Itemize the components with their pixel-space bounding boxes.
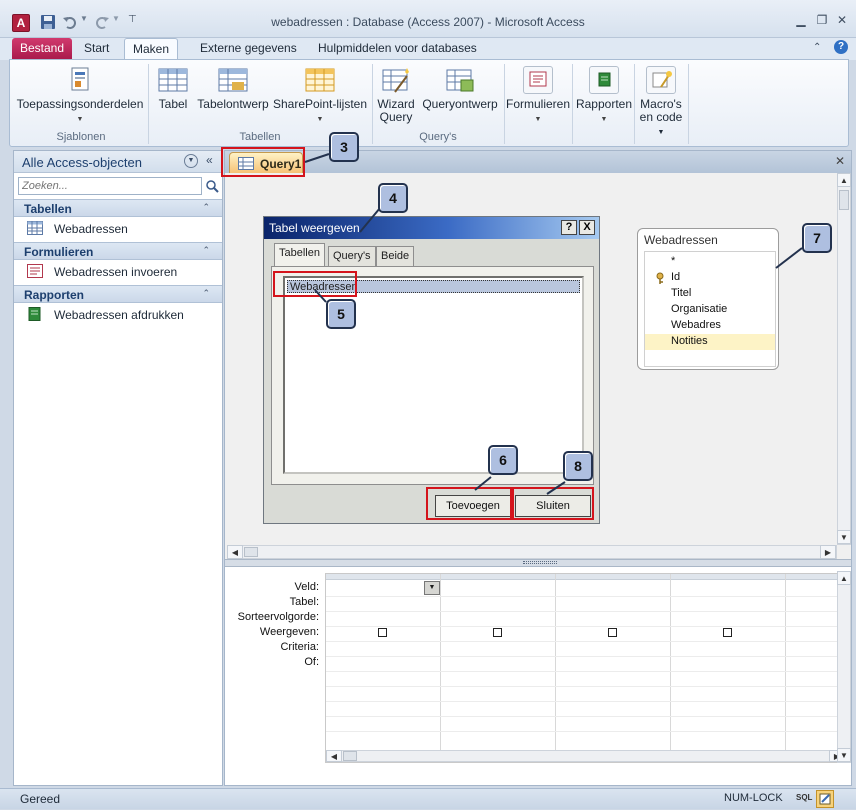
- callout-5: 5: [326, 299, 356, 329]
- sql-view-button[interactable]: SQL: [796, 793, 812, 802]
- status-text: Gereed: [20, 792, 61, 806]
- callout-leader-lines: [304, 153, 803, 495]
- design-view-icon[interactable]: [816, 790, 834, 808]
- callout-4: 4: [378, 183, 408, 213]
- callout-8: 8: [563, 451, 593, 481]
- callout-6: 6: [488, 445, 518, 475]
- status-bar: Gereed NUM-LOCK SQL: [0, 788, 856, 809]
- callout-3: 3: [329, 132, 359, 162]
- numlock-indicator: NUM-LOCK: [724, 792, 783, 804]
- callout-7: 7: [802, 223, 832, 253]
